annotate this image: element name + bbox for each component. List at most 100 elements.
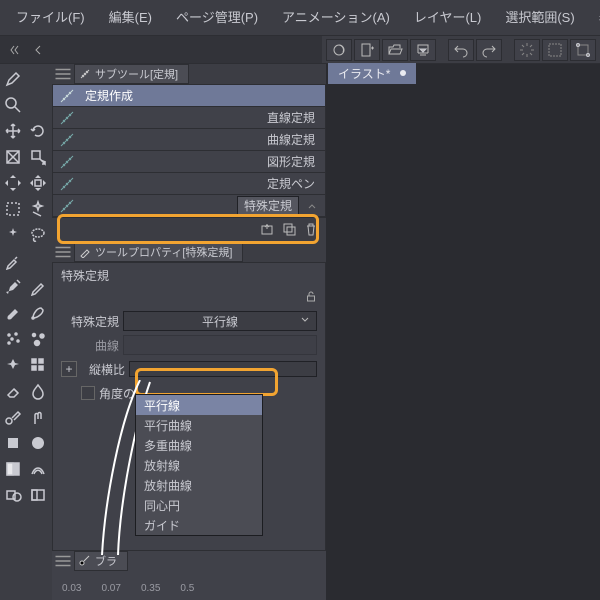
menu-select[interactable]: 選択範囲(S) <box>493 0 586 36</box>
zoom-tool-icon[interactable] <box>0 92 25 118</box>
marquee-tool-icon[interactable] <box>0 196 25 222</box>
dropdown-item-parallel-curve[interactable]: 平行曲線 <box>136 415 262 435</box>
chevron-down-icon <box>300 314 310 328</box>
export-subtool-icon[interactable] <box>258 220 276 238</box>
collapse-left-icon[interactable] <box>8 43 22 57</box>
subtool-list: 定規作成 直線定規 曲線定規 図形定規 定規ペン 特殊定規 <box>52 84 326 218</box>
redo-icon[interactable] <box>476 39 502 61</box>
document-tab[interactable]: イラスト* <box>328 63 416 84</box>
ruler-icon <box>53 176 81 192</box>
move-tool-icon[interactable] <box>0 118 25 144</box>
dot-tool-icon[interactable] <box>0 352 25 378</box>
subtool-item-line-ruler[interactable]: 直線定規 <box>53 107 325 129</box>
lock-icon[interactable] <box>305 290 317 305</box>
select-value: 平行線 <box>202 313 238 330</box>
menu-view[interactable]: 表示(V <box>587 0 600 36</box>
subtool-item-label: 定規ペン <box>81 175 325 192</box>
undo-icon[interactable] <box>448 39 474 61</box>
contour-tool-icon[interactable] <box>25 456 50 482</box>
subtool-item-label: 定規作成 <box>81 87 325 104</box>
dropdown-item-radial[interactable]: 放射線 <box>136 455 262 475</box>
brush-tab-icon <box>79 246 91 258</box>
crop-icon[interactable] <box>570 39 596 61</box>
dropdown-item-concentric[interactable]: 同心円 <box>136 495 262 515</box>
back-icon[interactable] <box>32 43 46 57</box>
row-aspect: + 縦横比 <box>61 357 317 381</box>
eyedropper-tool-icon[interactable] <box>0 248 25 274</box>
sparkle-tool-icon[interactable] <box>25 326 50 352</box>
subtool-item-curve-ruler[interactable]: 曲線定規 <box>53 129 325 151</box>
move-layer-tool-icon[interactable] <box>0 170 25 196</box>
panel-menu-icon[interactable] <box>54 65 72 83</box>
menu-page[interactable]: ページ管理(P) <box>164 0 270 36</box>
brush-tool-icon[interactable] <box>0 66 25 92</box>
fill-tool-icon[interactable] <box>0 430 25 456</box>
tick-label: 0.03 <box>62 583 81 594</box>
circle-tool-icon[interactable] <box>25 430 50 456</box>
subtool-item-special-ruler[interactable]: 特殊定規 <box>53 195 325 217</box>
pencil-tool-icon[interactable] <box>25 274 50 300</box>
pen-tool-icon[interactable] <box>0 274 25 300</box>
rotate-tool-icon[interactable] <box>25 118 50 144</box>
object-tool-icon[interactable] <box>25 144 50 170</box>
save-icon[interactable] <box>410 39 436 61</box>
wand-tool-icon[interactable] <box>25 196 50 222</box>
menu-layer[interactable]: レイヤー(L) <box>402 0 494 36</box>
panel-menu-icon[interactable] <box>54 243 72 261</box>
aspect-slider[interactable] <box>129 361 317 377</box>
subtool-tab-label: サブツール[定規] <box>95 66 178 82</box>
gradient-tool-icon[interactable] <box>0 456 25 482</box>
top-row <box>0 36 600 64</box>
pattern-tool-icon[interactable] <box>25 352 50 378</box>
subtool-item-shape-ruler[interactable]: 図形定規 <box>53 151 325 173</box>
dropdown-item-multi-curve[interactable]: 多重曲線 <box>136 435 262 455</box>
paintbrush-tool-icon[interactable] <box>0 300 25 326</box>
decoration-tool-icon[interactable] <box>0 326 25 352</box>
tool-blank3 <box>25 248 50 274</box>
open-icon[interactable] <box>382 39 408 61</box>
tick-label: 0.07 <box>101 583 120 594</box>
dropdown-item-guide[interactable]: ガイド <box>136 515 262 535</box>
swirl-icon[interactable] <box>326 39 352 61</box>
new-doc-icon[interactable] <box>354 39 380 61</box>
airbrush-tool-icon[interactable] <box>25 300 50 326</box>
menu-edit[interactable]: 編集(E) <box>97 0 164 36</box>
special-ruler-select[interactable]: 平行線 <box>123 311 317 331</box>
expand-icon[interactable]: + <box>61 361 77 377</box>
blend-tool-icon[interactable] <box>25 378 50 404</box>
brush-tab[interactable]: ブラ <box>74 551 128 571</box>
property-tabbar: ツールプロパティ[特殊定規] <box>52 242 326 262</box>
finger-tool-icon[interactable] <box>25 404 50 430</box>
dropdown-item-radial-curve[interactable]: 放射曲線 <box>136 475 262 495</box>
property-tab[interactable]: ツールプロパティ[特殊定規] <box>74 242 243 262</box>
subtool-tab[interactable]: サブツール[定規] <box>74 64 189 84</box>
menu-anim[interactable]: アニメーション(A) <box>270 0 402 36</box>
operation-tool-icon[interactable] <box>0 144 25 170</box>
dropdown-item-parallel[interactable]: 平行線 <box>136 395 262 415</box>
brush-size-panel: ブラ 0.03 0.07 0.35 0.5 <box>52 550 326 600</box>
transform-tool-icon[interactable] <box>25 170 50 196</box>
brush-size-ticks: 0.03 0.07 0.35 0.5 <box>52 569 326 594</box>
ruler-icon <box>53 88 81 104</box>
tool-strip <box>0 64 52 600</box>
subtool-item-label: 図形定規 <box>81 153 325 170</box>
duplicate-subtool-icon[interactable] <box>280 220 298 238</box>
history-brush-icon[interactable] <box>0 404 25 430</box>
frame-tool-icon[interactable] <box>25 482 50 508</box>
clear-icon[interactable] <box>542 39 568 61</box>
row-special-ruler: 特殊定規 平行線 <box>61 309 317 333</box>
subtool-item-create-ruler[interactable]: 定規作成 <box>53 85 325 107</box>
loading-icon[interactable] <box>514 39 540 61</box>
canvas-area[interactable]: イラスト* <box>326 64 600 600</box>
lasso-tool-icon[interactable] <box>0 222 25 248</box>
shrink-tool-icon[interactable] <box>25 222 50 248</box>
tool-blank <box>25 66 50 92</box>
shape-tool-icon[interactable] <box>0 482 25 508</box>
angle-checkbox[interactable] <box>81 386 95 400</box>
delete-subtool-icon[interactable] <box>302 220 320 238</box>
eraser-tool-icon[interactable] <box>0 378 25 404</box>
panel-menu-icon[interactable] <box>54 552 72 570</box>
menu-file[interactable]: ファイル(F) <box>4 0 97 36</box>
subtool-item-ruler-pen[interactable]: 定規ペン <box>53 173 325 195</box>
scroll-up-icon[interactable] <box>303 201 321 211</box>
